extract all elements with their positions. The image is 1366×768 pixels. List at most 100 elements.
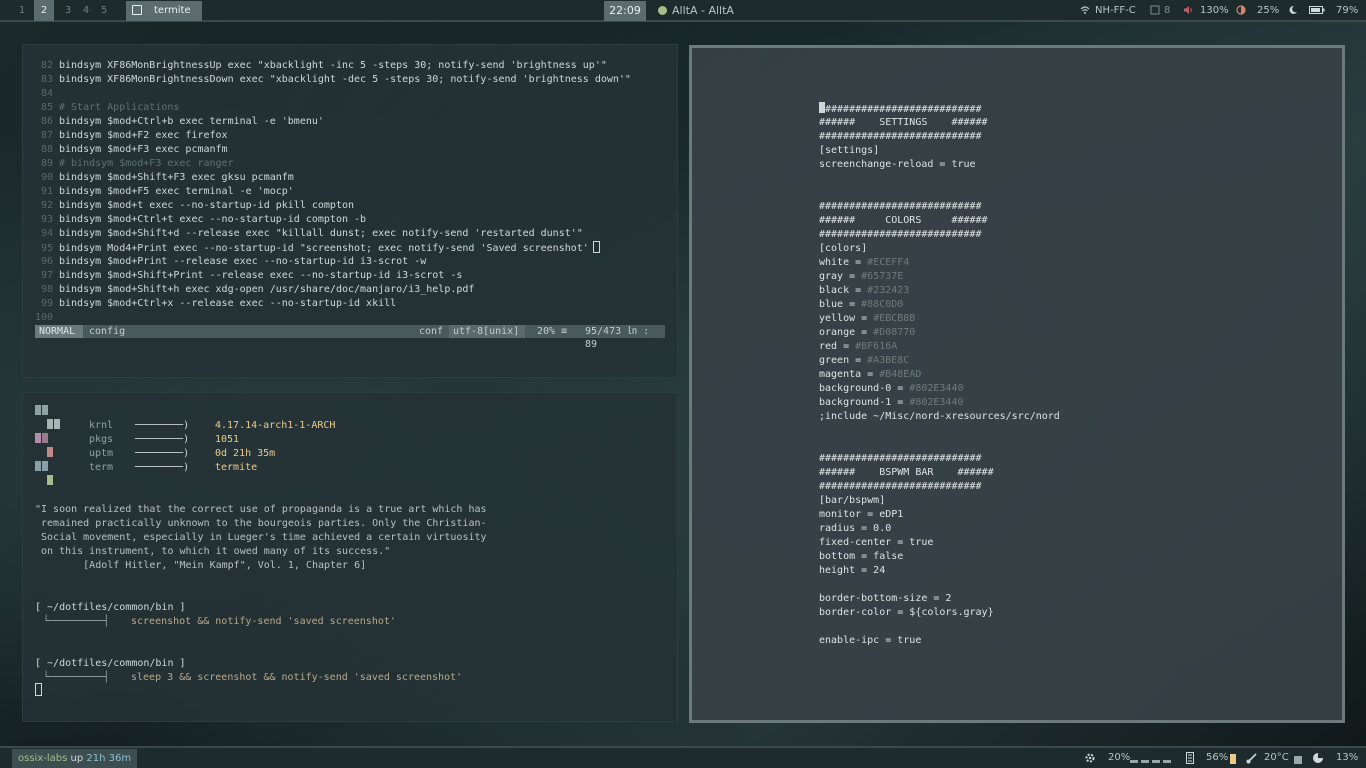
line-text: bindsym $mod+F5 exec terminal -e 'mocp' bbox=[59, 186, 294, 197]
vim-mode: NORMAL bbox=[35, 325, 83, 338]
config-line[interactable]: ###### BSPWM BAR ###### bbox=[819, 466, 994, 480]
config-line[interactable]: fixed-center = true bbox=[819, 536, 933, 550]
config-line[interactable]: ########################### bbox=[819, 130, 982, 144]
config-line[interactable]: yellow = #EBCB8B bbox=[819, 312, 915, 326]
vim-line[interactable]: 99 bindsym $mod+Ctrl+x --release exec --n… bbox=[31, 297, 396, 311]
line-number: 82 bbox=[40, 60, 53, 71]
config-text: orange = bbox=[819, 327, 874, 338]
config-line[interactable]: border-color = ${colors.gray} bbox=[819, 606, 994, 620]
config-line[interactable]: [colors] bbox=[819, 242, 867, 256]
config-text: border-bottom-size = 2 bbox=[819, 593, 952, 604]
config-line[interactable]: enable-ipc = true bbox=[819, 634, 921, 648]
vim-line[interactable]: 96 bindsym $mod+Print --release exec --no… bbox=[31, 255, 426, 269]
brightness-level[interactable]: 25% bbox=[1257, 0, 1279, 21]
config-line[interactable]: ###### SETTINGS ###### bbox=[819, 116, 988, 130]
config-line[interactable]: bottom = false bbox=[819, 550, 903, 564]
config-line[interactable]: screenchange-reload = true bbox=[819, 158, 976, 172]
clock[interactable]: 22:09 bbox=[604, 1, 646, 21]
color-block bbox=[42, 405, 48, 415]
vim-line[interactable]: 97 bindsym $mod+Shift+Print --release exe… bbox=[31, 269, 462, 283]
config-text: fixed-center = true bbox=[819, 537, 934, 548]
fortune-quote-line: [Adolf Hitler, "Mein Kampf", Vol. 1, Cha… bbox=[35, 560, 367, 571]
config-line[interactable]: ########################### bbox=[819, 200, 982, 214]
vim-line[interactable]: 92 bindsym $mod+t exec --no-startup-id pk… bbox=[31, 199, 354, 213]
line-text: bindsym XF86MonBrightnessUp exec "xbackl… bbox=[59, 60, 607, 71]
shell-terminal-window[interactable]: krnl ────────) 4.17.14-arch1-1-ARCH pkgs ───… bbox=[22, 392, 678, 722]
vim-line[interactable]: 94 bindsym $mod+Shift+d --release exec "k… bbox=[31, 227, 583, 241]
workspace-3[interactable]: 3 bbox=[58, 0, 78, 21]
config-line[interactable]: ###### COLORS ###### bbox=[819, 214, 988, 228]
moon-icon[interactable] bbox=[1288, 5, 1298, 15]
config-line[interactable]: black = #232423 bbox=[819, 284, 909, 298]
config-text: background-1 = bbox=[819, 397, 910, 408]
vim-line[interactable]: 86 bindsym $mod+Ctrl+b exec terminal -e '… bbox=[31, 115, 324, 129]
vim-line[interactable]: 98 bindsym $mod+Shift+h exec xdg-open /us… bbox=[31, 283, 474, 297]
config-line[interactable]: magenta = #B48EAD bbox=[819, 368, 921, 382]
vim-line[interactable]: 100 bbox=[31, 311, 59, 325]
vim-line[interactable]: 91 bindsym $mod+F5 exec terminal -e 'mocp… bbox=[31, 185, 294, 199]
fortune-quote-line: "I soon realized that the correct use of… bbox=[35, 504, 487, 515]
config-text: ###### SETTINGS ###### bbox=[819, 117, 988, 128]
color-value: #88C0D0 bbox=[861, 299, 904, 310]
config-line[interactable]: border-bottom-size = 2 bbox=[819, 592, 951, 606]
config-line[interactable]: radius = 0.0 bbox=[819, 522, 891, 536]
config-line[interactable]: ########################### bbox=[819, 452, 982, 466]
vim-line[interactable]: 90 bindsym $mod+Shift+F3 exec gksu pcmanf… bbox=[31, 171, 294, 185]
config-text: ###### BSPWM BAR ###### bbox=[819, 467, 994, 478]
vim-statusline: NORMAL config conf utf-8[unix] 20% ≡ 95/… bbox=[35, 325, 665, 350]
volume-level[interactable]: 130% bbox=[1200, 0, 1229, 21]
disk-count: 8 bbox=[1164, 5, 1171, 16]
config-line[interactable]: monitor = eDP1 bbox=[819, 508, 903, 522]
config-line[interactable]: ########################### bbox=[819, 480, 982, 494]
config-line[interactable]: ########################### bbox=[819, 228, 982, 242]
workspace-1[interactable]: 1 bbox=[12, 0, 32, 21]
vim-line[interactable]: 87 bindsym $mod+F2 exec firefox bbox=[31, 129, 228, 143]
config-line[interactable]: ;include ~/Misc/nord-xresources/src/nord bbox=[819, 410, 1060, 424]
workspace-2[interactable]: 2 bbox=[34, 0, 54, 21]
vim-line[interactable]: 85 # Start Applications bbox=[31, 101, 179, 115]
config-line[interactable]: height = 24 bbox=[819, 564, 885, 578]
config-line[interactable]: blue = #88C0D0 bbox=[819, 298, 903, 312]
vim-line[interactable]: 88 bindsym $mod+F3 exec pcmanfm bbox=[31, 143, 228, 157]
config-line[interactable]: green = #A3BE8C bbox=[819, 354, 909, 368]
wifi-ssid[interactable]: NH-FF-C bbox=[1095, 0, 1136, 21]
line-text: bindsym $mod+F2 exec firefox bbox=[59, 130, 228, 141]
line-number: 85 bbox=[40, 102, 53, 113]
thermometer-icon bbox=[1246, 753, 1257, 764]
vim-line[interactable]: 89 # bindsym $mod+F3 exec ranger bbox=[31, 157, 234, 171]
workspace-5[interactable]: 5 bbox=[94, 0, 114, 21]
color-block bbox=[42, 461, 48, 471]
color-block bbox=[47, 419, 53, 429]
config-line[interactable]: red = #BF616A bbox=[819, 340, 897, 354]
config-text: ###### COLORS ###### bbox=[819, 215, 988, 226]
config-line[interactable]: ########################## bbox=[819, 102, 982, 117]
config-line[interactable]: [bar/bspwm] bbox=[819, 494, 885, 508]
line-text: bindsym $mod+Ctrl+b exec terminal -e 'bm… bbox=[59, 116, 324, 127]
cpu-bar-segment bbox=[1163, 760, 1171, 763]
config-line[interactable]: gray = #65737E bbox=[819, 270, 903, 284]
config-text: ########################### bbox=[819, 229, 982, 240]
vim-terminal-window[interactable]: 82 bindsym XF86MonBrightnessUp exec "xbac… bbox=[22, 44, 678, 378]
info-connector: ────────) bbox=[135, 462, 190, 473]
vim-line[interactable]: 83 bindsym XF86MonBrightnessDown exec "xb… bbox=[31, 73, 631, 87]
config-line[interactable]: orange = #D08770 bbox=[819, 326, 915, 340]
vim-line[interactable]: 82 bindsym XF86MonBrightnessUp exec "xbac… bbox=[31, 59, 607, 73]
info-key: term bbox=[89, 462, 114, 473]
config-text: ########################### bbox=[819, 201, 982, 212]
config-line[interactable]: [settings] bbox=[819, 144, 879, 158]
line-text: bindsym $mod+Ctrl+x --release exec --no-… bbox=[59, 298, 397, 309]
battery-icon bbox=[1309, 6, 1325, 14]
hostname: ossix-labs bbox=[18, 753, 68, 764]
vim-line[interactable]: 93 bindsym $mod+Ctrl+t exec --no-startup-… bbox=[31, 213, 366, 227]
info-connector: ────────) bbox=[135, 434, 190, 445]
vim-line[interactable]: 95 bindsym Mod4+Print exec --no-startup-i… bbox=[31, 241, 600, 256]
config-line[interactable]: background-1 = #802E3440 bbox=[819, 396, 964, 410]
polybar-config-terminal-window[interactable]: ########################## ###### SETTING… bbox=[689, 45, 1345, 723]
prompt-command: screenshot && notify-send 'saved screens… bbox=[131, 616, 396, 627]
vim-line[interactable]: 84 bbox=[31, 87, 59, 101]
now-playing[interactable]: AlltA - AlltA bbox=[672, 0, 734, 21]
workspace-4[interactable]: 4 bbox=[76, 0, 96, 21]
config-line[interactable]: white = #ECEFF4 bbox=[819, 256, 909, 270]
vim-percent: 20% ≡ bbox=[537, 326, 568, 337]
config-line[interactable]: background-0 = #802E3440 bbox=[819, 382, 964, 396]
